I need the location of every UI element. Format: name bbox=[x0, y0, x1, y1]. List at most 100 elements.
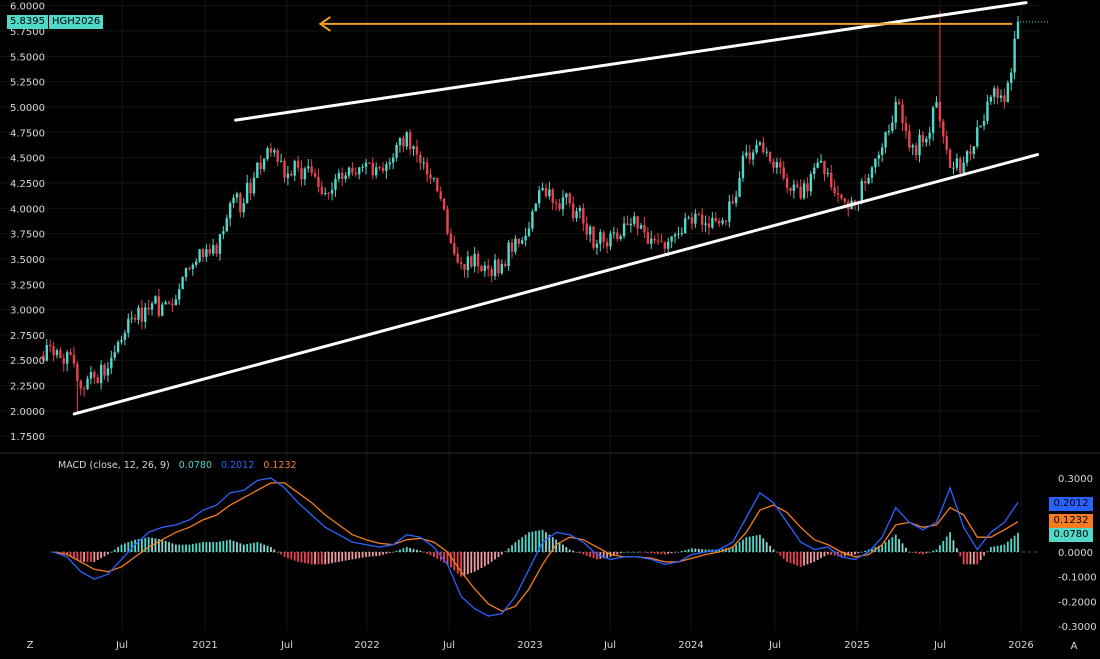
upper-channel-line[interactable] bbox=[234, 1, 1028, 122]
macd-histogram-bar bbox=[470, 552, 473, 573]
candle-up bbox=[925, 138, 928, 143]
candle-up bbox=[622, 223, 626, 237]
candle-up bbox=[225, 218, 228, 232]
candle-up bbox=[198, 249, 201, 262]
macd-histogram-bar bbox=[938, 545, 941, 552]
price-tick-label: 4.5000 bbox=[10, 154, 45, 165]
candle-up bbox=[999, 95, 1003, 98]
macd-histogram-bar bbox=[494, 552, 496, 560]
macd-histogram-bar bbox=[178, 544, 181, 552]
candle-down bbox=[616, 232, 619, 239]
macd-histogram-bar bbox=[130, 540, 133, 552]
macd-histogram-bar bbox=[93, 552, 96, 562]
candle-up bbox=[884, 132, 887, 148]
candle-down bbox=[436, 177, 439, 192]
macd-histogram-bar bbox=[348, 552, 350, 561]
candle-down bbox=[602, 232, 605, 242]
macd-histogram-bar bbox=[996, 545, 999, 552]
candle-up bbox=[500, 263, 504, 274]
macd-histogram-bar bbox=[626, 552, 629, 553]
candle-up bbox=[673, 234, 677, 237]
macd-histogram-bar bbox=[898, 539, 901, 552]
macd-histogram-bar bbox=[789, 552, 792, 564]
macd-histogram-bar bbox=[850, 552, 853, 556]
candle-down bbox=[796, 184, 799, 187]
candle-down bbox=[317, 176, 320, 187]
macd-histogram-bar bbox=[653, 552, 656, 554]
candle-down bbox=[510, 242, 514, 252]
candle-down bbox=[558, 203, 561, 210]
candle-up bbox=[164, 302, 167, 305]
candle-down bbox=[446, 209, 449, 234]
macd-histogram-bar bbox=[273, 549, 276, 552]
candle-up bbox=[242, 203, 245, 213]
macd-histogram-bar bbox=[422, 552, 425, 553]
macd-histogram-bar bbox=[191, 543, 194, 552]
macd-histogram-bar bbox=[911, 552, 914, 553]
candle-up bbox=[174, 299, 178, 306]
last-price-tag: 5.8395 HGH2026 bbox=[7, 15, 104, 29]
macd-histogram-bar bbox=[922, 552, 924, 555]
time-tick-label: Jul bbox=[280, 640, 293, 651]
macd-histogram-bar bbox=[161, 539, 164, 552]
candle-up bbox=[113, 352, 116, 358]
price-chart[interactable]: 6.00005.75005.50005.25005.00004.75004.50… bbox=[0, 0, 1100, 659]
macd-histogram-bar bbox=[962, 552, 965, 565]
candle-down bbox=[945, 136, 948, 150]
macd-histogram-bar bbox=[86, 552, 89, 562]
candle-up bbox=[578, 208, 582, 212]
macd-histogram-bar bbox=[701, 549, 704, 552]
candle-up bbox=[867, 177, 870, 184]
macd-histogram-bar bbox=[392, 552, 395, 553]
macd-legend[interactable]: MACD (close, 12, 26, 9) 0.0780 0.2012 0.… bbox=[58, 460, 303, 471]
price-tick-label: 2.2500 bbox=[10, 382, 45, 393]
macd-histogram-bar bbox=[317, 552, 320, 565]
macd-histogram-bar bbox=[993, 546, 996, 552]
candle-up bbox=[86, 378, 89, 390]
macd-histogram-bar bbox=[942, 540, 945, 552]
macd-histogram-bar bbox=[416, 549, 418, 552]
macd-histogram-bar bbox=[646, 552, 649, 553]
candle-up bbox=[483, 265, 487, 272]
candle-down bbox=[690, 217, 694, 224]
candle-up bbox=[398, 137, 402, 145]
price-tick-label: 5.2500 bbox=[10, 78, 45, 89]
candle-up bbox=[680, 233, 684, 235]
candle-down bbox=[714, 217, 717, 221]
candle-up bbox=[704, 223, 707, 225]
macd-histogram-bar bbox=[816, 552, 819, 561]
macd-histogram-bar bbox=[504, 551, 507, 552]
candle-up bbox=[677, 233, 680, 235]
macd-histogram-bar bbox=[188, 544, 191, 552]
candle-down bbox=[351, 167, 354, 173]
candle-up bbox=[232, 197, 235, 204]
macd-histogram-bar bbox=[955, 548, 958, 552]
candle-down bbox=[904, 123, 908, 131]
price-tick-label: 3.5000 bbox=[10, 255, 45, 266]
candle-up bbox=[561, 197, 565, 210]
macd-histogram-bar bbox=[742, 539, 744, 552]
time-tick-label: 2025 bbox=[844, 640, 869, 651]
candle-up bbox=[344, 175, 347, 179]
candle-up bbox=[633, 216, 636, 224]
candle-up bbox=[218, 234, 222, 254]
candle-up bbox=[358, 167, 361, 175]
macd-histogram-bar bbox=[463, 552, 466, 576]
macd-histogram-bar bbox=[344, 552, 347, 561]
macd-histogram-bar bbox=[517, 539, 520, 552]
macd-histogram-bar bbox=[181, 544, 184, 552]
candle-down bbox=[863, 181, 867, 184]
auto-scale-button: A bbox=[1071, 641, 1078, 652]
candle-down bbox=[419, 154, 422, 163]
macd-histogram-bar bbox=[759, 534, 761, 552]
macd-histogram-bar bbox=[297, 552, 299, 562]
price-tick-label: 1.7500 bbox=[10, 432, 45, 443]
candle-down bbox=[504, 263, 507, 267]
macd-histogram-bar bbox=[103, 552, 106, 557]
candle-down bbox=[897, 101, 901, 105]
macd-histogram-bar bbox=[354, 552, 357, 559]
candle-up bbox=[293, 160, 296, 176]
macd-histogram-bar bbox=[1003, 544, 1006, 552]
macd-histogram-bar bbox=[212, 542, 215, 552]
candle-up bbox=[252, 177, 256, 194]
